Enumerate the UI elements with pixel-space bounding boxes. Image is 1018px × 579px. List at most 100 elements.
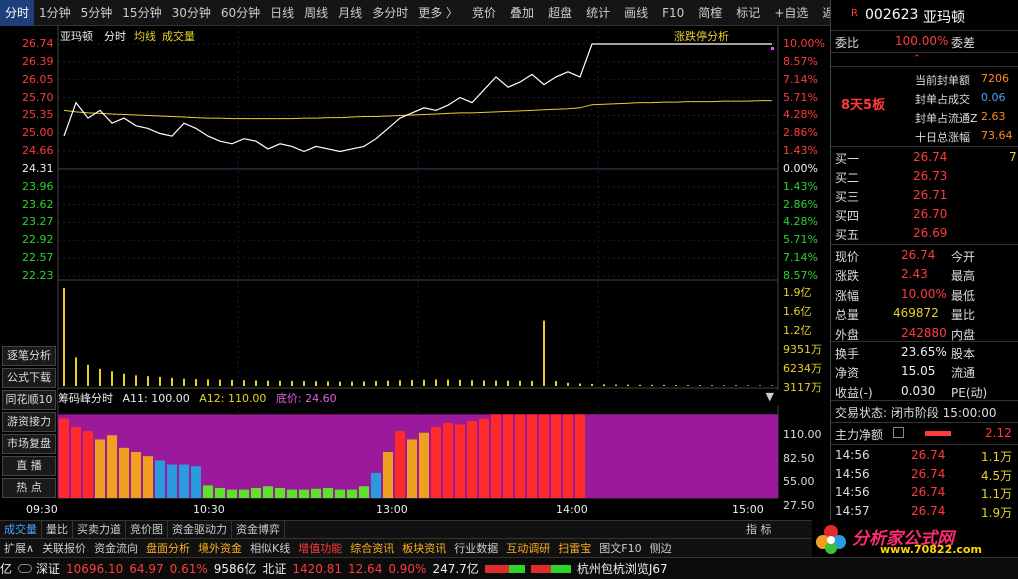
bid-price: 26.73 [913, 169, 948, 183]
collapse-chevron-icon[interactable]: ⌃ [913, 54, 921, 64]
toggle-icon[interactable] [18, 564, 33, 573]
indicator-bar [251, 487, 261, 498]
indicator-bar [563, 414, 573, 498]
board-item-label: 当前封单额 [915, 74, 970, 87]
toolbar-tool-2[interactable]: 超盘 [543, 0, 577, 26]
feature-tab-2[interactable]: 资金流向 [90, 539, 142, 558]
feature-tab-8[interactable]: 板块资讯 [398, 539, 450, 558]
toolbar-item-3[interactable]: 15分钟 [117, 0, 166, 26]
left-tool-1[interactable]: 公式下载 [2, 368, 56, 388]
toolbar-item-9[interactable]: 多分时 [367, 0, 413, 26]
indicator-background-bar [358, 414, 370, 498]
indicator-base-price: 底价: 24.60 [275, 392, 337, 405]
volume-bar [291, 380, 293, 386]
indicator-bar [395, 431, 405, 498]
feature-tab-3[interactable]: 盘面分析 [142, 539, 194, 558]
bz-change: 12.64 [347, 561, 383, 576]
toolbar-tool-0[interactable]: 竞价 [467, 0, 501, 26]
indicator-button[interactable]: 指 标 [746, 521, 772, 537]
feature-tab-9[interactable]: 行业数据 [450, 539, 502, 558]
stat-label: 换手 [835, 347, 860, 361]
left-tool-3[interactable]: 游资接力 [2, 412, 56, 432]
volume-bar [435, 379, 437, 386]
stat-value: 10.00% [901, 286, 947, 301]
pct-axis-label: 0.00% [783, 161, 818, 175]
indicator-bar [707, 414, 717, 498]
volume-bar [591, 383, 593, 386]
toolbar-tool-3[interactable]: 统计 [581, 0, 615, 26]
volume-bar [231, 379, 233, 386]
tick-price: 26.74 [911, 466, 946, 481]
indicator-bar [59, 418, 69, 498]
bz-amount: 247.7亿 [432, 562, 479, 576]
bid-row: 买一 26.74 7 [831, 148, 1018, 167]
limit-analysis-link[interactable]: 涨跌停分析 [674, 28, 729, 44]
indicator-tab-5[interactable]: 资金博弈 [232, 520, 285, 539]
volume-bar [315, 381, 317, 386]
volume-bar [135, 375, 137, 386]
left-tool-4[interactable]: 市场复盘 [2, 434, 56, 454]
left-tool-6[interactable]: 热 点 [2, 478, 56, 498]
toolbar-item-10[interactable]: 更多 〉 [413, 0, 463, 26]
bid-price: 26.71 [913, 188, 948, 202]
indicator-tab-3[interactable]: 竞价图 [126, 520, 168, 539]
toolbar-item-0[interactable]: 分时 [0, 0, 35, 26]
indicator-tab-1[interactable]: 量比 [42, 520, 73, 539]
pct-axis-label: 10.00% [783, 37, 825, 50]
indicator-dropdown-icon[interactable]: ▼ [766, 390, 774, 403]
status-prefix: 亿 [0, 562, 13, 576]
board-item-value: 73.64 [981, 129, 1013, 142]
indicator-name: 筹码峰分时 [58, 392, 113, 405]
feature-tab-6[interactable]: 增值功能 [294, 539, 346, 558]
toolbar-tool-1[interactable]: 叠加 [505, 0, 539, 26]
indicator-bar [287, 489, 297, 498]
feature-tab-1[interactable]: 关联报价 [38, 539, 90, 558]
feature-tab-4[interactable]: 境外资金 [194, 539, 246, 558]
indicator-tab-2[interactable]: 买卖力道 [73, 520, 126, 539]
feature-tab-0[interactable]: 扩展∧ [0, 539, 38, 558]
price-axis-label: 22.23 [22, 269, 54, 282]
toolbar-item-8[interactable]: 月线 [333, 0, 367, 26]
indicator-a12: A12: 110.00 [199, 392, 267, 405]
toolbar-tool-8[interactable]: +自选 [769, 0, 813, 26]
indicator-bar [623, 414, 633, 498]
volume-bar [195, 379, 197, 386]
volume-bar [303, 381, 305, 386]
left-tool-0[interactable]: 逐笔分析 [2, 346, 56, 366]
stat-row: 净资 15.05 流通 [831, 362, 1018, 381]
feature-tab-11[interactable]: 扫雷宝 [554, 539, 595, 558]
volume-bar [615, 384, 617, 386]
indicator-tab-0[interactable]: 成交量 [0, 520, 42, 539]
toolbar-tool-7[interactable]: 标记 [731, 0, 765, 26]
toolbar-tool-4[interactable]: 画线 [619, 0, 653, 26]
stat-value: 469872 [893, 306, 939, 321]
main-flow-icon[interactable] [893, 427, 904, 438]
indicator-bar [215, 487, 225, 498]
bid-label: 买五 [835, 228, 860, 242]
toolbar-tool-5[interactable]: F10 [657, 0, 689, 26]
bid-label: 买四 [835, 209, 860, 223]
indicator-bar [107, 435, 117, 498]
toolbar-item-6[interactable]: 日线 [265, 0, 299, 26]
toolbar-item-1[interactable]: 1分钟 [34, 0, 76, 26]
left-tool-2[interactable]: 同花顺10 [2, 390, 56, 410]
indicator-tab-4[interactable]: 资金驱动力 [168, 520, 232, 539]
left-tool-5[interactable]: 直 播 [2, 456, 56, 476]
toolbar-item-2[interactable]: 5分钟 [76, 0, 118, 26]
toolbar-item-5[interactable]: 60分钟 [216, 0, 265, 26]
feature-tab-10[interactable]: 互动调研 [502, 539, 554, 558]
indicator-bar [299, 489, 309, 498]
feature-tab-13[interactable]: 侧边 [646, 539, 676, 558]
toolbar-tool-6[interactable]: 简榁 [693, 0, 727, 26]
feature-tab-7[interactable]: 综合资讯 [346, 539, 398, 558]
toolbar-item-4[interactable]: 30分钟 [167, 0, 216, 26]
indicator-tabs: 成交量 量比 买卖力道 竞价图 资金驱动力 资金博弈 [0, 520, 830, 539]
feature-tab-5[interactable]: 相似K线 [246, 539, 294, 558]
toolbar-item-7[interactable]: 周线 [299, 0, 333, 26]
volume-bar [507, 380, 509, 386]
volume-bar [483, 380, 485, 386]
board-item-value: 7206 [981, 72, 1009, 85]
stat-row: 现价 26.74 今开 [831, 246, 1018, 265]
volume-bar [687, 385, 689, 386]
feature-tab-12[interactable]: 图文F10 [595, 539, 645, 558]
